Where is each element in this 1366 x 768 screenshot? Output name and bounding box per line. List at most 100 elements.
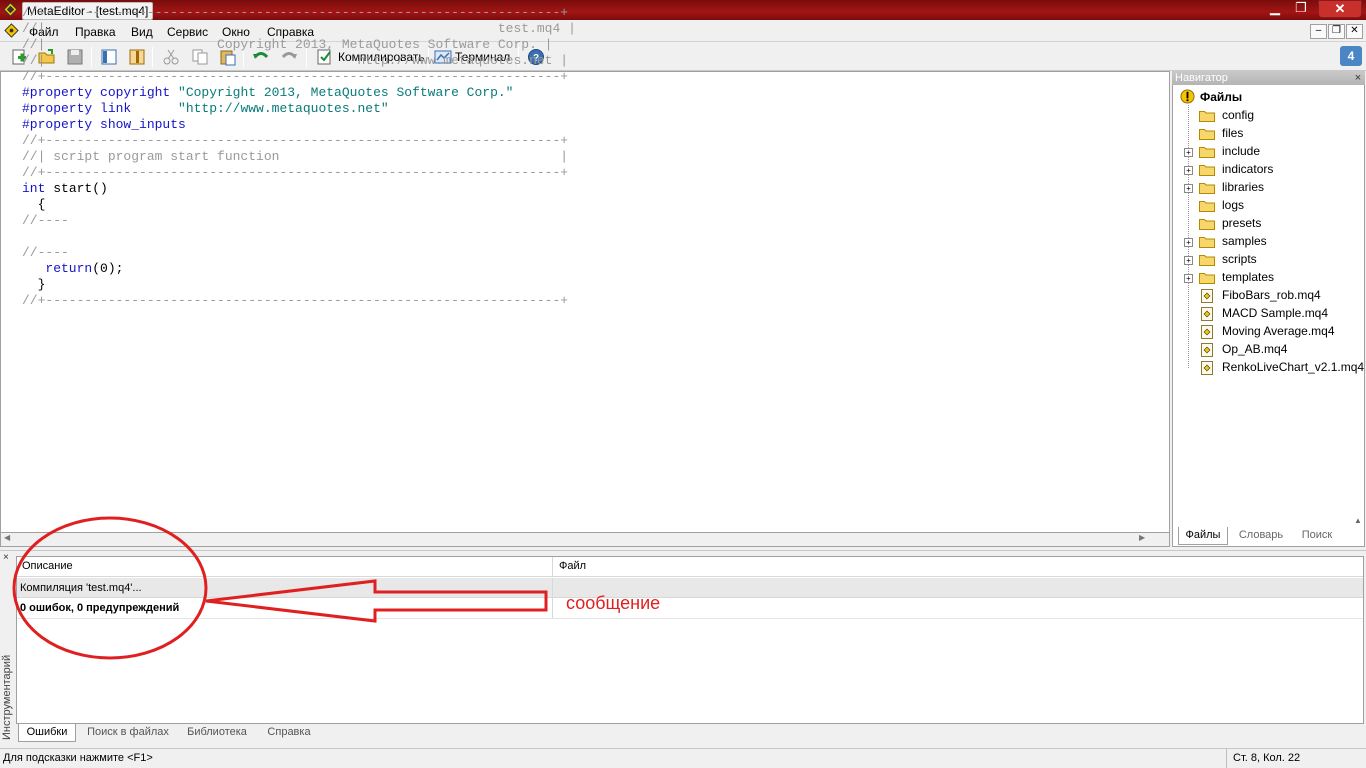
code-line[interactable]: //+-------------------------------------… [22,5,576,21]
table-row[interactable] [17,578,1363,598]
folder-icon [1199,200,1215,212]
navigator-item[interactable]: samples [1222,234,1267,248]
cursor-position: Ст. 8, Кол. 22 [1226,748,1366,768]
tab-errors[interactable]: Ошибки [18,724,76,742]
code-line[interactable] [22,229,576,245]
code-line[interactable]: //| test.mq4 | [22,21,576,37]
code-token: start() [53,181,108,196]
code-line[interactable]: #property copyright "Copyright 2013, Met… [22,85,576,101]
code-line[interactable]: { [22,197,576,213]
code-line[interactable]: int start() [22,181,576,197]
navigator-title: Навигатор [1172,71,1365,85]
navigator-item[interactable]: files [1222,126,1243,140]
folder-icon [1199,182,1215,194]
code-token: copyright [100,85,179,100]
folder-icon [1199,146,1215,158]
mdi-minimize-button[interactable]: – [1310,24,1327,39]
horizontal-scrollbar[interactable]: ◀ ▶ [0,533,1170,547]
navigator-item[interactable]: Op_AB.mq4 [1222,342,1287,356]
tab-files[interactable]: Файлы [1178,527,1228,545]
navigator-item[interactable]: presets [1222,216,1261,230]
code-token: //+-------------------------------------… [22,69,569,84]
toolbox-side-label: Инструментарий [1,654,13,740]
tab-library[interactable]: Библиотека [180,724,254,742]
navigator-item[interactable]: include [1222,144,1260,158]
code-line[interactable]: #property show_inputs [22,117,576,133]
navigator-item[interactable]: logs [1222,198,1244,212]
navigator-root-files[interactable]: Файлы [1200,90,1243,104]
navigator-item[interactable]: indicators [1222,162,1273,176]
scroll-left-icon[interactable]: ◀ [4,533,10,542]
code-text[interactable]: //+-------------------------------------… [22,5,576,309]
tree-expand-icon[interactable]: + [1184,148,1193,157]
scroll-up-icon[interactable]: ▲ [1352,516,1364,528]
column-header-file[interactable]: Файл [553,557,1363,577]
scroll-right-icon[interactable]: ▶ [1139,533,1145,542]
mq4-file-icon [1201,325,1213,339]
code-line[interactable]: //+-------------------------------------… [22,165,576,181]
code-token: #property [22,117,101,132]
code-line[interactable]: //---- [22,245,576,261]
status-bar [0,748,1366,768]
maximize-button[interactable]: ❐ [1288,0,1314,18]
code-token: { [22,197,46,212]
tree-expand-icon[interactable]: + [1184,274,1193,283]
code-line[interactable]: //| http://www.metaquotes.net | [22,53,576,69]
tab-search-in-files[interactable]: Поиск в файлах [80,724,176,742]
navigator-item[interactable]: Moving Average.mq4 [1222,324,1335,338]
code-token: //---- [22,213,69,228]
navigator-item[interactable]: templates [1222,270,1274,284]
folder-icon [1199,254,1215,266]
code-token: "http://www.metaquotes.net" [178,101,389,116]
mq4-file-icon [1201,343,1213,357]
folder-icon [1199,272,1215,284]
code-line[interactable]: //| Copyright 2013, MetaQuotes Software … [22,37,576,53]
navigator-item[interactable]: FiboBars_rob.mq4 [1222,288,1321,302]
minimize-button[interactable]: ▁ [1262,0,1288,18]
code-token: //+-------------------------------------… [22,293,569,308]
close-button[interactable]: ✕ [1318,0,1362,18]
mdi-restore-button[interactable]: ❐ [1328,24,1345,39]
code-token: //| script program start function | [22,149,569,164]
navigator-item[interactable]: MACD Sample.mq4 [1222,306,1328,320]
tree-expand-icon[interactable]: + [1184,184,1193,193]
document-icon[interactable] [4,23,19,38]
navigator-item[interactable]: RenkoLiveChart_v2.1.mq4 [1222,360,1364,374]
code-line[interactable]: //| script program start function | [22,149,576,165]
code-line[interactable]: //+-------------------------------------… [22,69,576,85]
folder-icon [1199,128,1215,140]
toolbox-close-icon[interactable]: × [3,552,9,563]
code-line[interactable]: } [22,277,576,293]
code-token: #property [22,101,101,116]
code-token: //| http://www.metaquotes.net | [22,53,569,68]
navigator-item[interactable]: config [1222,108,1254,122]
tab-help[interactable]: Справка [258,724,320,742]
code-token: show_inputs [100,117,186,132]
folder-icon [1199,218,1215,230]
code-line[interactable]: #property link "http://www.metaquotes.ne… [22,101,576,117]
code-line[interactable]: //---- [22,213,576,229]
code-line[interactable]: return(0); [22,261,576,277]
code-token: } [22,277,46,292]
notifications-badge[interactable]: 4 [1340,46,1362,66]
tree-expand-icon[interactable]: + [1184,238,1193,247]
tab-search[interactable]: Поиск [1294,527,1340,545]
navigator-item[interactable]: libraries [1222,180,1264,194]
warning-icon [1180,89,1195,104]
column-header-description[interactable]: Описание [17,557,553,577]
mq4-file-icon [1201,307,1213,321]
code-line[interactable]: //+-------------------------------------… [22,133,576,149]
code-line[interactable]: //+-------------------------------------… [22,293,576,309]
folder-icon [1199,164,1215,176]
tab-dictionary[interactable]: Словарь [1230,527,1292,545]
tree-expand-icon[interactable]: + [1184,256,1193,265]
column-divider [552,578,553,618]
code-token: //+-------------------------------------… [22,5,569,20]
navigator-item[interactable]: scripts [1222,252,1257,266]
navigator-close-icon[interactable]: × [1352,71,1364,85]
mdi-close-button[interactable]: ✕ [1346,24,1363,39]
app-logo-icon [3,2,18,17]
folder-icon [1199,236,1215,248]
tree-expand-icon[interactable]: + [1184,166,1193,175]
